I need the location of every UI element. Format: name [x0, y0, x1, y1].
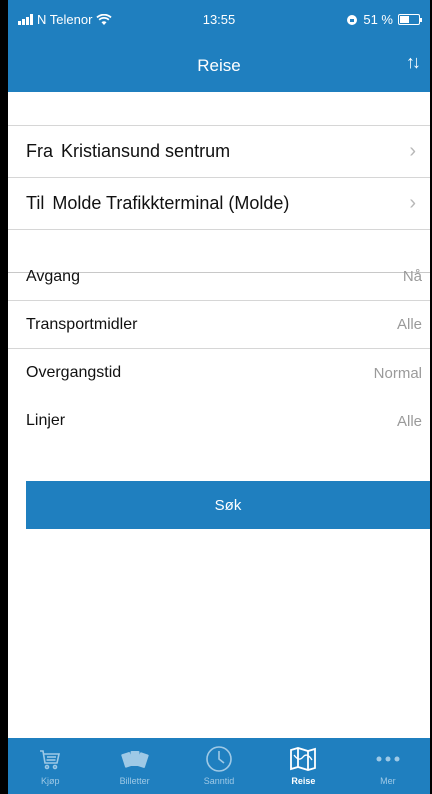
tab-billetter[interactable]: Billetter — [92, 738, 176, 794]
tab-reise[interactable]: Reise — [261, 738, 345, 794]
option-label: Linjer — [26, 412, 66, 429]
option-avgang[interactable]: Avgang Nå — [8, 253, 430, 301]
search-button[interactable]: Søk — [26, 481, 430, 529]
tab-sanntid[interactable]: Sanntid — [177, 738, 261, 794]
from-field[interactable]: Fra Kristiansund sentrum › — [8, 126, 430, 178]
option-linjer[interactable]: Linjer Alle — [8, 397, 430, 445]
battery-icon — [398, 14, 422, 25]
screen: N Telenor 13:55 51 % Reise ↑↓ Fra Kristi… — [8, 0, 430, 794]
to-prefix: Til — [26, 193, 45, 213]
option-label: Transportmidler — [26, 315, 138, 333]
option-value: Alle — [396, 316, 422, 333]
phone-frame: N Telenor 13:55 51 % Reise ↑↓ Fra Kristi… — [0, 0, 432, 794]
option-transportmidler[interactable]: Transportmidler Alle — [8, 301, 430, 349]
option-value: Alle — [396, 412, 422, 430]
cart-icon — [38, 744, 62, 774]
swap-arrows-icon[interactable]: ↑↓ — [406, 52, 421, 73]
status-bar: N Telenor 13:55 51 % — [8, 0, 430, 42]
orientation-lock-icon — [347, 14, 358, 25]
tab-label: Reise — [291, 776, 316, 786]
chevron-right-icon: › — [409, 140, 416, 162]
status-right: 51 % — [346, 12, 422, 27]
nav-bar: Reise ↑↓ — [8, 42, 430, 92]
option-overgangstid[interactable]: Overgangstid Normal — [8, 349, 430, 397]
clock-icon — [205, 744, 233, 774]
top-bar: N Telenor 13:55 51 % Reise ↑↓ — [8, 0, 430, 92]
option-label: Overgangstid — [26, 364, 122, 381]
tab-label: Mer — [380, 776, 396, 786]
option-label: Avgang — [26, 267, 80, 285]
to-field[interactable]: Til Molde Trafikkterminal (Molde) › — [8, 178, 430, 230]
option-value: Nå — [402, 268, 422, 285]
map-icon — [289, 744, 317, 774]
tab-label: Sanntid — [203, 776, 235, 786]
tickets-icon — [120, 744, 150, 774]
page-title: Reise — [197, 56, 241, 75]
to-value: Molde Trafikkterminal (Molde) — [52, 193, 290, 213]
from-value: Kristiansund sentrum — [61, 141, 231, 161]
tab-label: Kjøp — [40, 776, 60, 786]
battery-percent: 51 % — [363, 12, 393, 27]
tab-label: Billetter — [119, 776, 150, 786]
more-icon — [375, 744, 401, 774]
tab-mer[interactable]: Mer — [346, 738, 430, 794]
tab-bar: Kjøp Billetter Sanntid Reise Mer — [8, 738, 430, 794]
option-value: Normal — [373, 364, 422, 382]
tab-kjop[interactable]: Kjøp — [8, 738, 92, 794]
chevron-right-icon: › — [409, 192, 416, 214]
from-prefix: Fra — [26, 141, 53, 161]
